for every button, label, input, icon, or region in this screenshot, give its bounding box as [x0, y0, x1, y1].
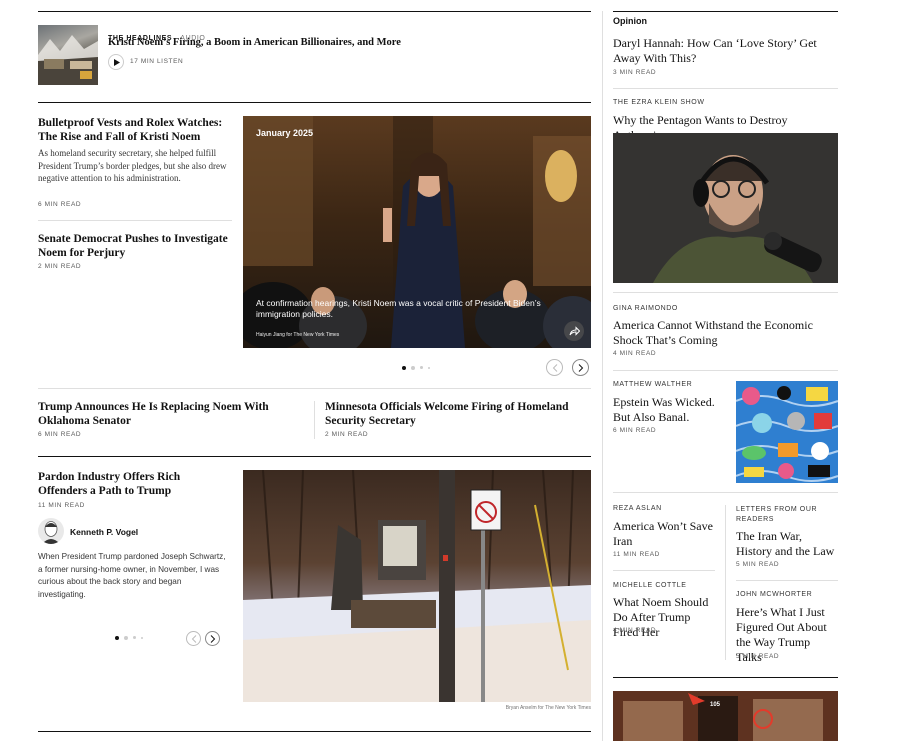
opinion-item-meta: 11 MIN READ [613, 551, 660, 558]
section-rule-1 [38, 102, 591, 103]
hero-photo[interactable]: January 2025 At confirmation hearings, K… [243, 116, 591, 348]
opinion-item-meta: 5 MIN READ [736, 561, 780, 568]
carousel-dot-active[interactable] [402, 366, 406, 370]
chevron-right-icon [210, 634, 215, 643]
opinion-bottom-rule [613, 677, 838, 678]
opinion-item-kicker: The Ezra Klein Show [613, 99, 705, 106]
divider [725, 505, 726, 660]
story-rise-and-fall-summary: As homeland security secretary, she help… [38, 148, 227, 183]
opinion-item-kicker: Michelle Cottle [613, 582, 687, 589]
carousel-dot[interactable] [420, 366, 423, 369]
chevron-left-icon [191, 634, 196, 643]
story-perjury-meta: 2 MIN READ [38, 263, 82, 270]
carousel-dot[interactable] [124, 636, 128, 640]
divider [38, 388, 591, 389]
play-button[interactable] [108, 54, 124, 70]
divider [613, 570, 715, 571]
storefront-photo[interactable]: 105 [613, 691, 838, 741]
opinion-item-kicker: Gina Raimondo [613, 305, 678, 312]
carousel-dot[interactable] [133, 636, 136, 639]
carousel-next-button[interactable] [572, 359, 589, 376]
divider [613, 88, 838, 89]
author-avatar [38, 518, 64, 544]
opinion-item-title[interactable]: Daryl Hannah: How Can ‘Love Story’ Get A… [613, 36, 838, 66]
opinion-item-title[interactable]: America Won’t Save Iran [613, 519, 715, 549]
carousel-dot[interactable] [428, 367, 430, 369]
story-perjury-title[interactable]: Senate Democrat Pushes to Investigate No… [38, 233, 232, 260]
story-rise-and-fall-title[interactable]: Bulletproof Vests and Rolex Watches: The… [38, 117, 232, 144]
opinion-item-meta: 3 MIN READ [613, 69, 657, 76]
store-sign: 105 [710, 702, 721, 708]
chevron-left-icon [552, 363, 557, 372]
carousel-prev-button[interactable] [186, 631, 201, 646]
divider [613, 292, 838, 293]
story-minnesota-meta: 2 MIN READ [325, 431, 369, 438]
carousel-dot[interactable] [411, 366, 415, 370]
story-minnesota-title[interactable]: Minnesota Officials Welcome Firing of Ho… [325, 401, 585, 428]
opinion-item-meta: 4 MIN READ [613, 350, 657, 357]
play-icon [113, 58, 120, 66]
headlines-title[interactable]: Kristi Noem’s Firing, a Boom in American… [108, 36, 428, 50]
epstein-collage-image[interactable] [736, 381, 838, 483]
opinion-item-title[interactable]: America Cannot Withstand the Economic Sh… [613, 318, 838, 348]
story-pardon-meta: 11 MIN READ [38, 502, 85, 509]
carousel-dot[interactable] [141, 637, 143, 639]
story-replacing-noem-title[interactable]: Trump Announces He Is Replacing Noem Wit… [38, 401, 298, 428]
hero-caption: At confirmation hearings, Kristi Noem wa… [256, 298, 541, 319]
top-rule [38, 11, 591, 12]
opinion-top-rule [613, 11, 838, 12]
story-pardon-photo-credit: Bryan Anselm for The New York Times [505, 705, 591, 711]
author-name[interactable]: Kenneth P. Vogel [70, 527, 138, 537]
share-icon [569, 326, 580, 336]
story-pardon-summary: When President Trump pardoned Joseph Sch… [38, 552, 226, 599]
carousel-next-button[interactable] [205, 631, 220, 646]
chevron-right-icon [578, 363, 583, 372]
opinion-item-title[interactable]: The Iran War, History and the Law [736, 529, 838, 559]
opinion-item-kicker: Reza Aslan [613, 505, 662, 512]
section-rule-3 [38, 731, 591, 732]
story-pardon-photo[interactable] [243, 470, 591, 702]
opinion-item-meta: 6 MIN READ [613, 427, 657, 434]
opinion-item-kicker: Letters From Our Readers [736, 506, 818, 523]
divider [314, 401, 315, 439]
opinion-section-label[interactable]: Opinion [613, 16, 647, 26]
carousel-prev-button[interactable] [546, 359, 563, 376]
story-rise-and-fall-meta: 6 MIN READ [38, 201, 82, 208]
story-replacing-noem-meta: 6 MIN READ [38, 431, 82, 438]
story-pardon-title[interactable]: Pardon Industry Offers Rich Offenders a … [38, 471, 228, 498]
divider [613, 492, 838, 493]
share-button[interactable] [564, 321, 584, 341]
hero-date-badge: January 2025 [256, 128, 314, 138]
ezra-klein-photo[interactable] [613, 133, 838, 283]
divider [38, 220, 232, 221]
opinion-item-meta: 4 MIN READ [613, 627, 657, 634]
column-divider [602, 11, 603, 741]
opinion-item-meta: 5 MIN READ [736, 653, 780, 660]
opinion-item-title[interactable]: Epstein Was Wicked. But Also Banal. [613, 395, 725, 425]
listen-duration: 17 MIN LISTEN [130, 58, 184, 65]
divider [736, 580, 838, 581]
section-rule-2 [38, 456, 591, 457]
divider [613, 370, 838, 371]
opinion-item-kicker: John McWhorter [736, 591, 813, 598]
headlines-thumbnail[interactable] [38, 25, 98, 85]
hero-credit: Haiyun Jiang for The New York Times [256, 332, 340, 338]
carousel-dot-active[interactable] [115, 636, 119, 640]
opinion-item-kicker: Matthew Walther [613, 381, 693, 388]
